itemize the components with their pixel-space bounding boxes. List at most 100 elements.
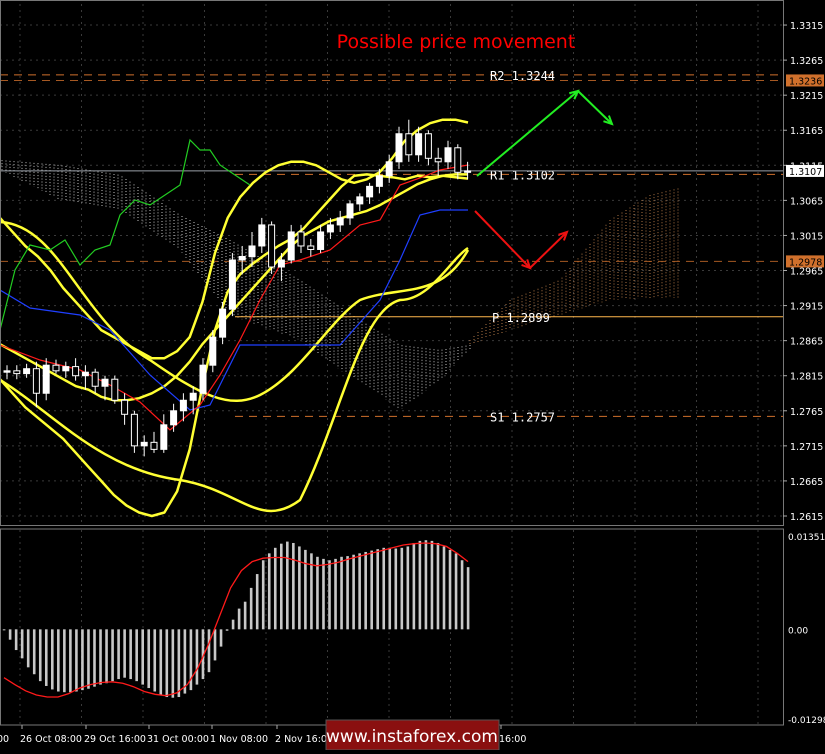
macd-histogram-bar [286,541,289,630]
candle-body-bull [179,399,187,412]
price-chart: R2 1.3244R1 1.3102P 1.2899S1 1.2757 1.33… [0,0,825,751]
candle-body-bull [170,410,178,426]
macd-histogram-bar [2,629,6,631]
candle-body-bull [81,371,89,377]
macd-histogram-bar [117,629,120,680]
candle-body-bull [228,259,236,310]
macd-histogram-bar [412,542,416,630]
candle-body-bear [405,133,413,156]
candle-body-bear [307,245,315,250]
candle-body-bull [258,224,266,247]
x-tick-label: 31 Oct 00:00 [147,734,209,745]
candle-body-bull [464,170,472,173]
macd-histogram-bar [298,546,301,630]
macd-tick-label: 0.00 [788,626,808,636]
candle-body-bear [297,231,305,247]
macd-histogram-bar [8,629,12,640]
macd-histogram-bar [292,542,295,630]
candle-body-bull [326,224,334,233]
macd-histogram-bar [57,629,60,692]
macd-histogram-bar [364,551,367,630]
candle-body-bear [121,399,129,415]
candle-body-bull [366,185,374,198]
macd-histogram-bar [44,629,48,686]
macd-histogram-bar [225,629,229,631]
pivot-label-s1: S1 1.2757 [490,410,555,424]
macd-histogram-bar [237,608,241,630]
macd-histogram-bar [304,549,307,630]
macd-histogram-bar [430,540,434,630]
macd-histogram-bar [14,629,18,651]
candle-body-bull [375,175,383,187]
candle-body-bear [130,413,138,447]
candle-body-bull [209,336,217,366]
macd-histogram-bar [105,629,108,684]
y-tick-label: 1.2665 [790,477,823,488]
macd-histogram-bar [334,558,337,630]
macd-histogram-bar [346,556,349,630]
macd-histogram-bar [20,629,24,659]
macd-histogram-bar [165,629,169,698]
candle-body-bull [385,161,393,177]
macd-histogram-bar [273,547,277,630]
watermark-text: www.instaforex.com [326,727,498,747]
candle-body-bull [160,424,168,450]
macd-histogram-bar [183,629,187,694]
macd-histogram-bar [81,629,84,691]
macd-histogram-bar [93,629,96,687]
macd-histogram-bar [69,629,72,693]
candle-body-bull [277,259,285,268]
price-tag-label: 1.3236 [789,76,822,87]
candle-body-bull [317,231,325,250]
macd-histogram-bar [279,543,283,630]
macd-histogram-bar [111,629,114,682]
x-tick-label: 29 Oct 16:00 [84,734,146,745]
macd-histogram-bar [177,629,181,698]
macd-histogram-bar [466,567,470,630]
candle-body-bear [32,368,40,394]
x-tick-label: 26 Oct 08:00 [20,734,82,745]
macd-histogram-bar [394,548,398,630]
candle-body-bull [356,196,364,205]
x-tick-label: 2 Nov 16:00 [275,734,333,745]
candle-body-bull [395,133,403,163]
candle [111,375,119,404]
candle-body-bull [3,370,11,373]
candle-body-bear [454,147,462,173]
x-tick-label: 16:00 [499,734,526,745]
candle-body-bear [424,133,432,159]
candle [268,221,276,275]
candle-body-bull [248,245,256,257]
candle-body-bull [62,366,70,372]
macd-histogram-bar [123,629,126,678]
y-tick-label: 1.2715 [790,442,823,453]
macd-histogram-bar [38,629,42,682]
candle-body-bear [13,370,21,375]
macd-histogram-bar [267,553,271,630]
pivot-label-p: P 1.2899 [492,311,550,325]
macd-histogram-bar [129,629,132,680]
candle-body-bull [199,364,207,394]
macd-histogram-bar [147,629,151,689]
macd-histogram-bar [424,540,428,630]
macd-histogram-bar [400,547,404,630]
macd-histogram-bar [442,546,446,630]
macd-histogram-bar [26,629,30,668]
macd-histogram-bar [352,554,355,630]
y-tick-label: 1.2615 [790,512,823,523]
candle-body-bear [434,157,442,163]
y-tick-label: 1.2865 [790,337,823,348]
macd-histogram-bar [255,574,259,630]
macd-histogram-bar [261,560,265,630]
candle-body-bear [268,224,276,268]
y-tick-label: 1.3165 [790,126,823,137]
candle-body-bear [52,364,60,372]
y-tick-label: 1.2765 [790,407,823,418]
chart-title: Possible price movement [337,31,576,53]
macd-histogram-bar [219,629,223,647]
macd-histogram-bar [195,629,199,685]
macd-tick-label: -0.01298 [788,716,825,726]
candle-body-bull [189,392,197,401]
macd-histogram-bar [32,629,36,675]
candle-body-bear [91,371,99,387]
